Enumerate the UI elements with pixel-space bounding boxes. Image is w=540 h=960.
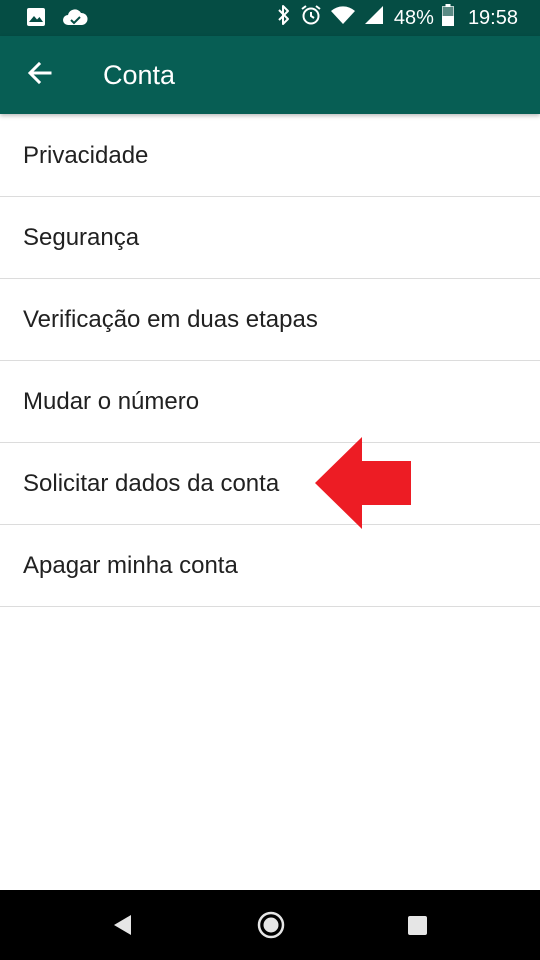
status-right: 48% 19:58 (276, 4, 518, 32)
clock: 19:58 (467, 6, 518, 29)
image-icon (26, 7, 46, 32)
status-left (26, 7, 88, 32)
alarm-icon (300, 4, 322, 32)
menu-item-label: Solicitar dados da conta (23, 470, 280, 497)
nav-back-icon[interactable] (113, 914, 133, 936)
battery-icon (441, 4, 454, 32)
menu-item-privacy[interactable]: Privacidade (0, 115, 540, 197)
wifi-icon (330, 5, 356, 31)
battery-percent: 48% (393, 6, 434, 29)
menu-item-two-step-verification[interactable]: Verificação em duas etapas (0, 279, 540, 361)
nav-recents-icon[interactable] (408, 916, 427, 935)
back-button[interactable] (22, 57, 58, 93)
menu-item-label: Privacidade (23, 142, 149, 169)
menu-item-label: Verificação em duas etapas (23, 306, 318, 333)
menu-item-security[interactable]: Segurança (0, 197, 540, 279)
status-bar: 48% 19:58 (0, 0, 540, 36)
navigation-bar (0, 890, 540, 960)
menu-item-change-number[interactable]: Mudar o número (0, 361, 540, 443)
screen: 48% 19:58 Conta Privacidade Segurança Ve… (0, 0, 540, 960)
menu-item-label: Segurança (23, 224, 140, 251)
account-settings-list: Privacidade Segurança Verificação em dua… (0, 115, 540, 607)
bluetooth-icon (276, 4, 292, 32)
menu-item-label: Mudar o número (23, 388, 200, 415)
menu-item-delete-account[interactable]: Apagar minha conta (0, 525, 540, 607)
menu-item-request-account-info[interactable]: Solicitar dados da conta (0, 443, 540, 525)
cloud-icon (62, 8, 88, 31)
signal-icon (364, 5, 384, 31)
app-bar: Conta (0, 36, 540, 114)
nav-home-icon[interactable] (257, 911, 285, 939)
annotation-arrow-icon (315, 437, 411, 529)
page-title: Conta (103, 60, 176, 90)
arrow-left-icon (26, 59, 54, 92)
menu-item-label: Apagar minha conta (23, 552, 238, 579)
